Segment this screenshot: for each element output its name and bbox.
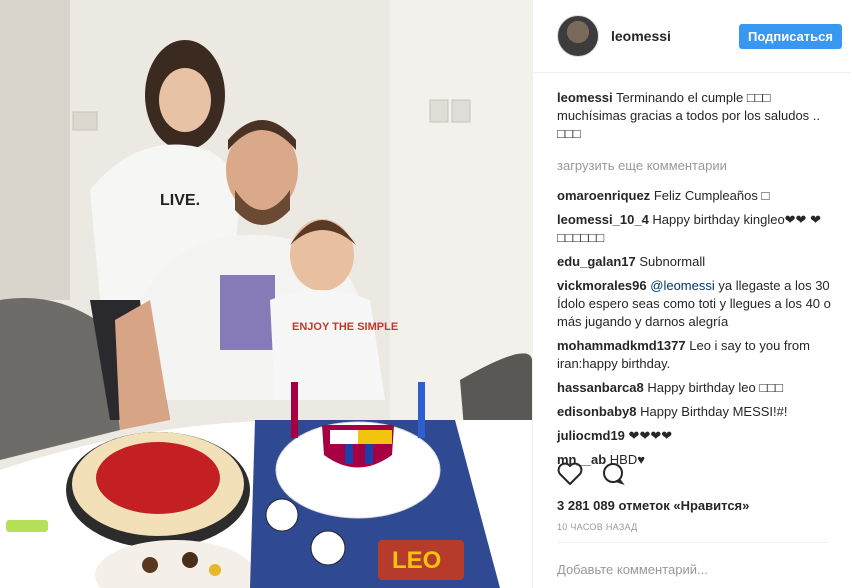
comment-username[interactable]: omaroenriquez	[557, 188, 650, 203]
follow-button[interactable]: Подписаться	[738, 23, 842, 49]
comment-text: Feliz Cumpleaños □	[653, 188, 770, 203]
comment-text: Subnormall	[639, 254, 706, 269]
comment-item: edu_galan17 Subnormall	[557, 253, 837, 271]
comment-username[interactable]: leomessi_10_4	[557, 212, 649, 227]
comment-text: ❤❤❤❤	[628, 428, 673, 443]
comment-item: hassanbarca8 Happy birthday leo □□□	[557, 379, 837, 397]
comment-item: omaroenriquez Feliz Cumpleaños □	[557, 187, 837, 205]
comment-username[interactable]: edu_galan17	[557, 254, 636, 269]
comment-text: Happy birthday leo □□□	[647, 380, 783, 395]
comment-text: Happy Birthday MESSI!#!	[640, 404, 788, 419]
comment-mention[interactable]: @leomessi	[650, 278, 715, 293]
comment-username[interactable]: edisonbaby8	[557, 404, 636, 419]
comment-item: edisonbaby8 Happy Birthday MESSI!#!	[557, 403, 837, 421]
caption-username[interactable]: leomessi	[557, 90, 613, 105]
comment-item: juliocmd19 ❤❤❤❤	[557, 427, 837, 445]
comment-username[interactable]: mohammadkmd1377	[557, 338, 686, 353]
post-sidebar: leomessi Подписаться leomessi Terminando…	[532, 0, 851, 588]
username-link[interactable]: leomessi	[611, 28, 739, 44]
comment-item: mohammadkmd1377 Leo i say to you from ir…	[557, 337, 837, 373]
load-more-comments[interactable]: загрузить еще комментарии	[557, 157, 837, 175]
comment-username[interactable]: juliocmd19	[557, 428, 625, 443]
caption: leomessi Terminando el cumple □□□ muchís…	[557, 89, 837, 143]
comment-item: leomessi_10_4 Happy birthday kingleo❤❤ ❤…	[557, 211, 837, 247]
avatar[interactable]	[557, 15, 599, 57]
cake-label: LEO	[392, 547, 441, 574]
likes-count[interactable]: 3 281 089 отметок «Нравится»	[557, 498, 749, 513]
comment-username[interactable]: hassanbarca8	[557, 380, 644, 395]
divider	[557, 542, 828, 543]
post-actions	[557, 462, 625, 491]
tshirt-text: LIVE.	[160, 192, 200, 209]
add-comment-input[interactable]: Добавьте комментарий...	[557, 562, 708, 577]
kid-shirt-text: ENJOY THE SIMPLE	[292, 321, 398, 333]
post-photo[interactable]: LIVE. ENJOY THE SIMPLE LEO	[0, 0, 532, 588]
post-header: leomessi Подписаться	[533, 0, 851, 73]
timestamp[interactable]: 10 часов назад	[557, 522, 638, 532]
comment-username[interactable]: vickmorales96	[557, 278, 647, 293]
comment-icon[interactable]	[601, 462, 625, 491]
comment-item: vickmorales96 @leomessi ya llegaste a lo…	[557, 277, 837, 331]
comments-list: leomessi Terminando el cumple □□□ muchís…	[557, 89, 837, 475]
instagram-post: LIVE. ENJOY THE SIMPLE LEO leomessi Подп…	[0, 0, 852, 588]
heart-icon[interactable]	[557, 462, 583, 491]
